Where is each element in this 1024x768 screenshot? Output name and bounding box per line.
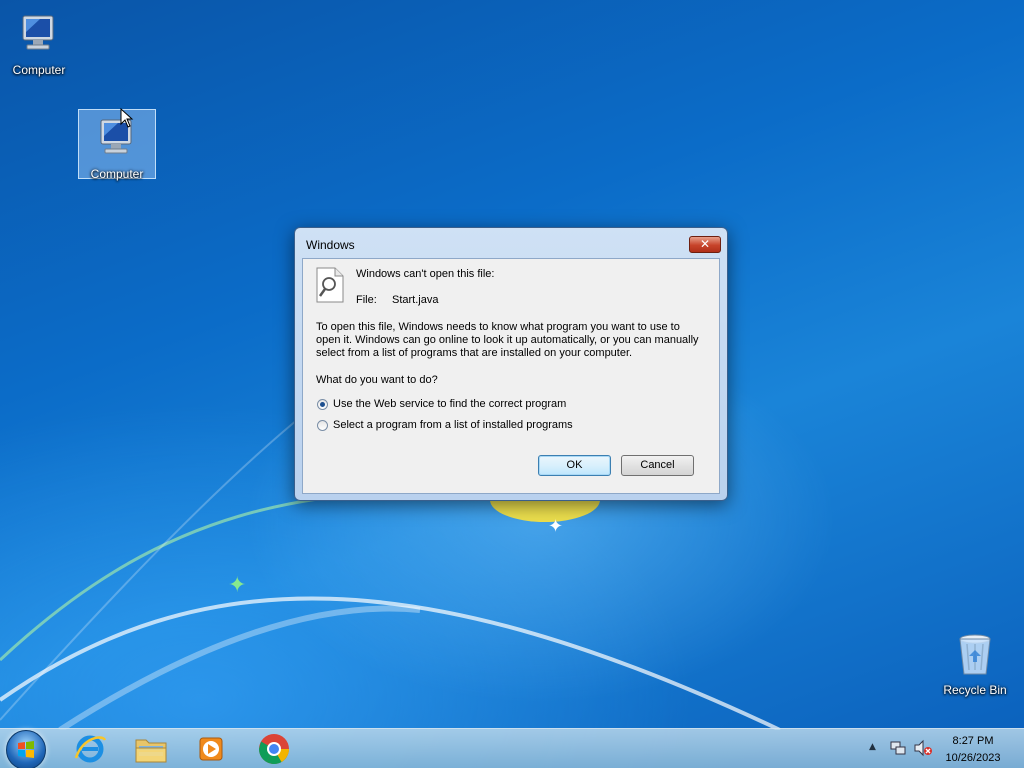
chevron-up-icon: ▲ [869, 742, 876, 752]
file-label: File: [356, 294, 377, 306]
media-player-icon[interactable] [193, 732, 229, 766]
desktop-icon-label: Computer [90, 167, 144, 181]
select-program-option-label[interactable]: Select a program from a list of installe… [333, 419, 573, 431]
file-explorer-icon[interactable] [133, 732, 169, 766]
close-icon: ✕ [699, 237, 711, 251]
volume-muted-icon[interactable] [913, 739, 933, 757]
file-name: Start.java [392, 294, 439, 306]
computer-icon [22, 15, 54, 50]
dialog-heading: Windows can't open this file: [356, 268, 495, 280]
dialog-title: Windows [306, 238, 355, 252]
web-service-radio[interactable] [317, 399, 328, 410]
desktop-icon-computer-selected[interactable]: Computer [78, 109, 156, 181]
clock-date[interactable]: 10/26/2023 [938, 752, 1008, 764]
svg-text:✦: ✦ [228, 573, 246, 598]
select-program-radio[interactable] [317, 420, 328, 431]
recycle-bin-icon [959, 634, 991, 675]
svg-text:✦: ✦ [548, 516, 563, 537]
unknown-file-icon [316, 267, 344, 303]
dialog-body: Windows can't open this file: File: Star… [302, 258, 720, 494]
network-icon[interactable] [889, 739, 907, 757]
start-button[interactable] [6, 730, 46, 768]
taskbar: ▲ 8:27 PM 10/26/2023 [0, 728, 1024, 768]
open-with-dialog: Windows ✕ Windows can't open this file: … [294, 227, 728, 501]
close-button[interactable]: ✕ [689, 236, 721, 253]
desktop-icon-recycle-bin[interactable]: Recycle Bin [936, 626, 1014, 697]
internet-explorer-icon[interactable] [72, 732, 108, 766]
chrome-icon[interactable] [256, 732, 292, 766]
dialog-description: To open this file, Windows needs to know… [316, 321, 699, 359]
clock-time[interactable]: 8:27 PM [938, 735, 1008, 747]
desktop-icon-label: Recycle Bin [943, 683, 1007, 697]
web-service-option-label[interactable]: Use the Web service to find the correct … [333, 398, 566, 410]
mouse-cursor-icon [120, 108, 134, 128]
show-hidden-icons-button[interactable]: ▲ [869, 742, 876, 752]
ok-button[interactable]: OK [538, 455, 611, 476]
dialog-question: What do you want to do? [316, 374, 438, 386]
windows-logo-icon [18, 741, 34, 758]
desktop-icon-computer[interactable]: Computer [0, 6, 78, 77]
desktop-icon-label: Computer [12, 63, 66, 77]
cancel-button[interactable]: Cancel [621, 455, 694, 476]
